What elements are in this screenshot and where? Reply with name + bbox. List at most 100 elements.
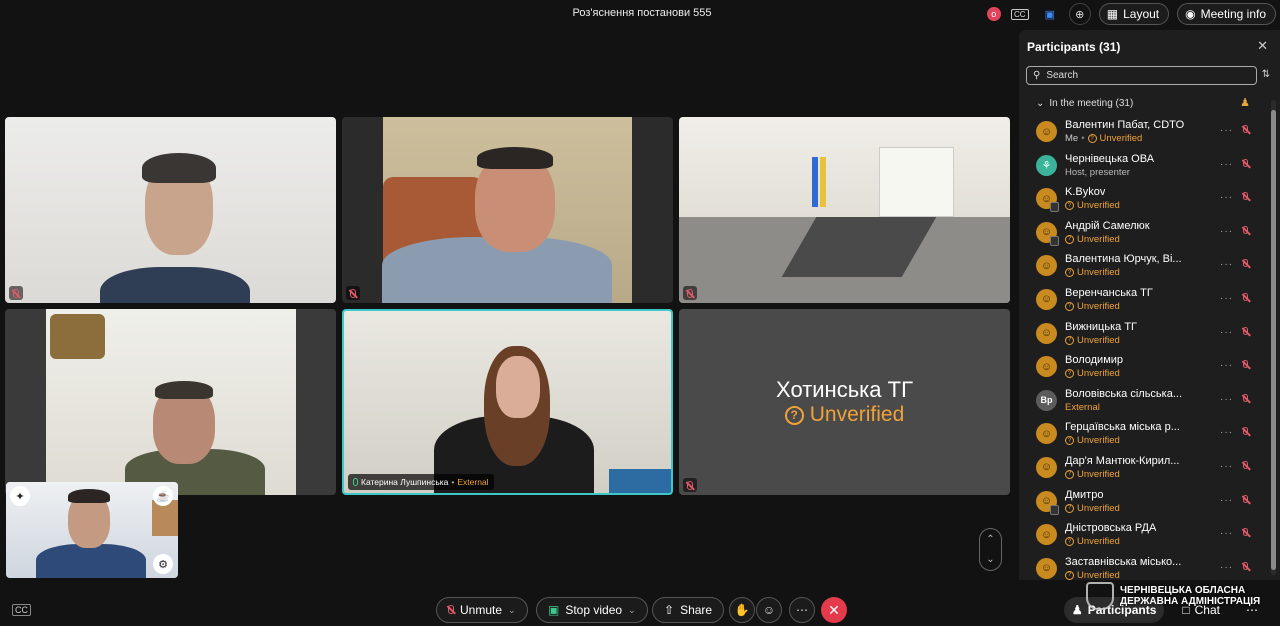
muted-icon [9,286,23,300]
more-options-icon[interactable]: ··· [1220,159,1233,170]
sort-icon[interactable]: ⇅ [1262,69,1270,80]
more-options-icon[interactable]: ··· [1220,562,1233,573]
video-tile-3[interactable] [679,117,1010,303]
participant-name: Володимир [1065,354,1124,367]
question-circle-icon: ? [1065,469,1074,479]
video-tile-4[interactable] [5,309,336,495]
more-options-icon[interactable]: ··· [1220,259,1233,270]
cc-icon[interactable]: CC [1009,3,1031,25]
gear-icon[interactable]: ⚙ [153,554,173,574]
muted-icon[interactable] [1243,292,1253,305]
panel-title: Participants (31) [1027,40,1121,54]
participant-row[interactable]: ☺ Валентин Пабат, CDTO Me •? Unverified ··· [1019,116,1269,150]
self-view[interactable]: ✦ ☕ ⚙ [6,482,178,578]
mic-icon [353,478,358,486]
muted-icon[interactable] [1243,528,1253,540]
recording-badge[interactable]: o [986,7,1001,21]
participant-status: External [1065,401,1100,413]
pin-icon[interactable]: ✦ [10,486,30,506]
more-options-icon[interactable]: ··· [1220,495,1233,506]
more-options-icon[interactable]: ··· [1220,360,1233,371]
participant-name: Веренчанська ТГ [1065,286,1153,299]
participants-panel: Participants (31) ✕ ⚲ Search ⇅ ⌄ In the … [1019,30,1280,580]
more-options-icon[interactable]: ··· [1220,192,1233,203]
participant-row[interactable]: ☺ Валентина Юрчук, Ві...? Unverified ··· [1019,250,1269,284]
muted-icon[interactable] [1243,393,1253,406]
close-icon[interactable]: ✕ [1257,38,1268,54]
participant-status: ? Unverified [1065,267,1120,278]
more-options-icon[interactable]: ⋯ [789,597,815,623]
participant-row[interactable]: ☺ Веренчанська ТГ ? Unverified ··· [1019,284,1269,318]
participant-name: K.Bykov [1065,186,1106,199]
muted-icon [683,478,697,492]
more-options-icon[interactable]: ··· [1220,226,1233,237]
muted-icon[interactable] [1243,125,1253,137]
question-circle-icon: ? [784,405,804,425]
person-avatar-icon: ☺ [1036,121,1057,142]
muted-icon[interactable] [1243,192,1253,204]
section-header[interactable]: ⌄ In the meeting (31) [1036,98,1133,109]
cup-icon[interactable]: ☕ [153,486,173,506]
question-circle-icon: ? [1065,503,1074,513]
participant-name: Чернівецька ОВА [1065,152,1155,165]
participant-row[interactable]: ☺ Дар'я Мантюк-Кирил... ? Unverified ··· [1019,452,1269,486]
unmute-button[interactable]: Unmute ⌄ [436,597,528,623]
participants-add-icon[interactable]: ▣ [1039,3,1061,25]
more-options-icon[interactable]: ··· [1220,427,1233,438]
muted-icon[interactable] [1243,561,1253,574]
meeting-info-button[interactable]: ◉ Meeting info [1177,3,1276,25]
speaker-name-chip: Катерина Лушпинська • External [348,474,494,490]
question-circle-icon: ? [1065,570,1074,580]
captions-icon[interactable]: CC [12,604,31,616]
muted-icon[interactable] [1243,360,1253,372]
participant-status: Me •? Unverified [1065,133,1143,144]
participant-row[interactable]: Вр Воловівська сільська... External ··· [1019,385,1269,419]
participant-row[interactable]: ☺ Андрій Самелюк? Unverified ··· [1019,217,1269,251]
muted-icon[interactable] [1243,326,1253,339]
layout-button[interactable]: ▦ Layout [1098,3,1170,25]
muted-icon[interactable] [1243,494,1253,507]
participant-row[interactable]: ☺ Герцаївська міська р...? Unverified ··· [1019,418,1269,452]
more-options-icon[interactable]: ··· [1220,528,1233,539]
video-tile-2[interactable] [342,117,673,303]
more-options-icon[interactable]: ··· [1220,394,1233,405]
grid-page-scroller[interactable]: ⌃ ⌄ [979,528,1002,571]
participant-row[interactable]: ☺ Дністровська РДА? Unverified ··· [1019,519,1269,553]
chevron-down-icon[interactable]: ⌄ [986,554,994,565]
video-tile-no-video[interactable]: Хотинська ТГ ? Unverified [679,309,1010,495]
more-options-icon[interactable]: ··· [1220,293,1233,304]
muted-icon[interactable] [1243,158,1253,171]
participant-row[interactable]: ☺ K.Bykov? Unverified ··· [1019,183,1269,217]
participant-row[interactable]: ☺ Дмитро? Unverified ··· [1019,486,1269,520]
zoom-icon[interactable]: ⊕ [1068,3,1091,25]
more-options-icon[interactable]: ··· [1220,461,1233,472]
stop-video-button[interactable]: ▣ Stop video ⌄ [536,597,648,623]
muted-icon[interactable] [1243,427,1253,439]
share-button[interactable]: ⇧ Share [652,597,725,623]
scrollbar[interactable] [1271,100,1276,575]
video-tile-active-speaker[interactable]: Катерина Лушпинська • External [342,309,673,495]
muted-icon[interactable] [1243,460,1253,473]
chevron-up-icon[interactable]: ⌃ [986,534,994,545]
video-tile-1[interactable] [5,117,336,303]
tile-participant-name: Хотинська ТГ [776,377,913,402]
participant-status: ? Unverified [1065,503,1120,514]
raise-hand-icon[interactable]: ✋ [729,597,755,623]
end-call-button[interactable]: ✕ [821,597,847,623]
participant-row[interactable]: ⚘ Чернівецька ОВА Host, presenter ··· [1019,150,1269,184]
more-options-icon[interactable]: ··· [1220,125,1233,136]
participant-row[interactable]: ☺ Вижницька ТГ ? Unverified ··· [1019,318,1269,352]
question-circle-icon: ? [1065,268,1074,278]
video-camera-icon: ▣ [548,603,560,617]
phone-icon [1050,202,1059,213]
reactions-icon[interactable]: ☺ [756,597,782,623]
participant-name: Заставнівська місько... [1065,555,1182,568]
more-options-icon[interactable]: ··· [1220,327,1233,338]
participant-row[interactable]: ☺ Володимир? Unverified ··· [1019,351,1269,385]
person-icon[interactable]: ♟ [1240,96,1250,109]
muted-icon[interactable] [1243,225,1253,238]
muted-icon[interactable] [1243,259,1253,271]
question-circle-icon: ? [1065,369,1074,379]
search-input[interactable]: ⚲ Search [1026,66,1257,85]
participant-row[interactable]: ☺ Заставнівська місько... ? Unverified ··· [1019,553,1269,580]
